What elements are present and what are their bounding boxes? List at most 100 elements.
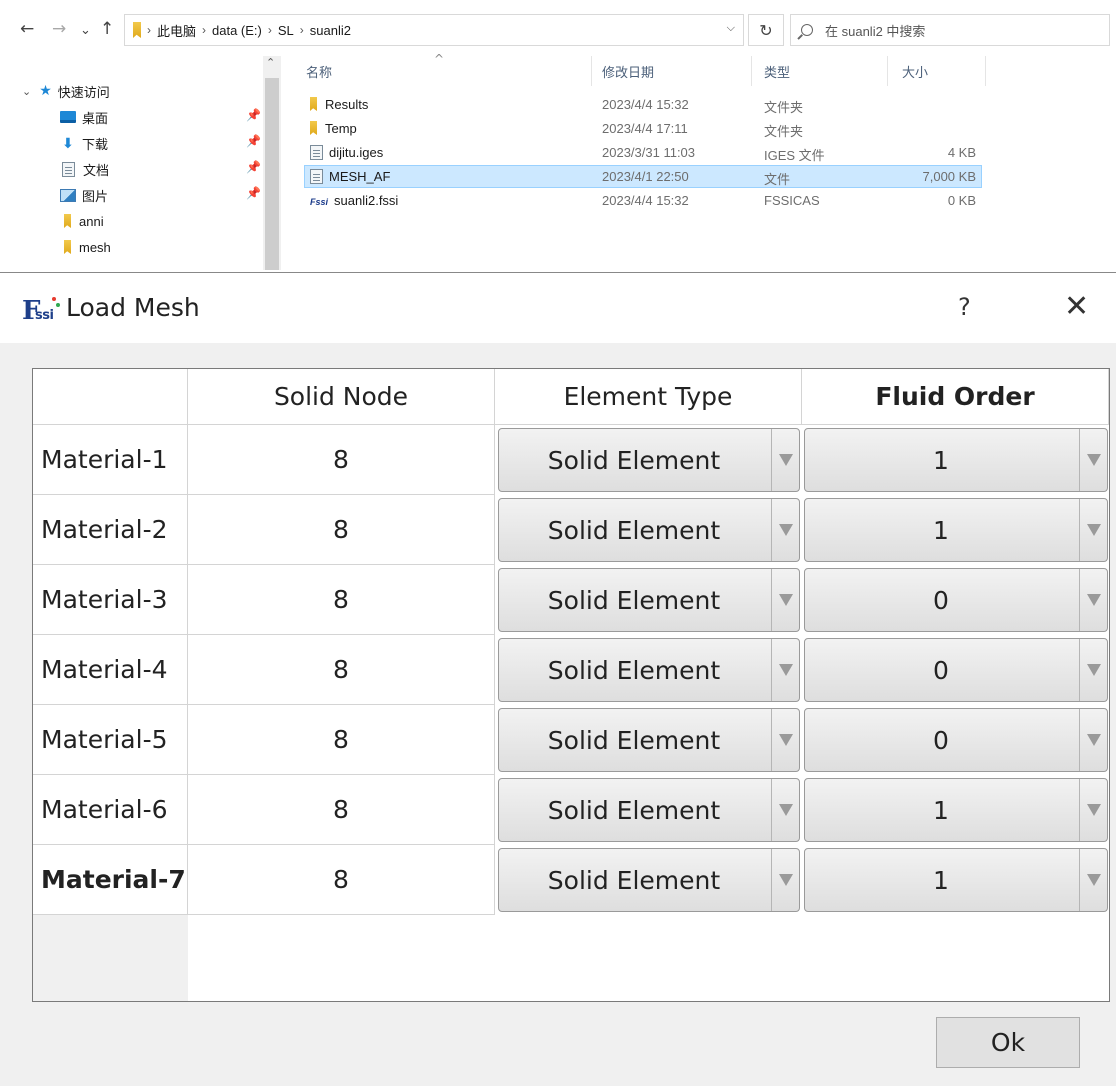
search-box[interactable]: 在 suanli2 中搜索: [790, 14, 1110, 46]
dropdown-arrow-icon[interactable]: [1079, 709, 1107, 771]
file-date: 2023/4/4 17:11: [602, 121, 688, 136]
forward-arrow-icon[interactable]: →: [52, 18, 66, 40]
dropdown-arrow-icon[interactable]: [771, 499, 799, 561]
dropdown-arrow-icon[interactable]: [1079, 569, 1107, 631]
solid-node-cell[interactable]: 8: [188, 565, 495, 635]
sidebar-item-documents[interactable]: 文档 📌: [0, 156, 262, 182]
dropdown-arrow-icon[interactable]: [1079, 639, 1107, 701]
file-type: 文件: [764, 172, 791, 187]
element-type-select[interactable]: Solid Element: [498, 778, 800, 842]
file-name: dijitu.iges: [329, 145, 384, 160]
column-header-size[interactable]: 大小: [888, 56, 986, 86]
dialog-titlebar[interactable]: F ssi Load Mesh ? ✕: [0, 273, 1116, 343]
close-button[interactable]: ✕: [1064, 289, 1089, 324]
breadcrumb-this-pc[interactable]: 此电脑: [157, 21, 196, 40]
sidebar-scrollbar[interactable]: ⌃: [263, 56, 281, 270]
file-date: 2023/4/4 15:32: [602, 193, 689, 208]
help-button[interactable]: ?: [958, 293, 971, 321]
row-header-material-6[interactable]: Material-6: [33, 775, 188, 845]
file-row-mesh-af[interactable]: MESH_AF 2023/4/1 22:50 文件 7,000 KB: [304, 165, 982, 188]
recent-locations-chevron-icon[interactable]: ⌄: [80, 20, 91, 42]
sidebar-item-desktop[interactable]: 桌面 📌: [0, 104, 262, 130]
breadcrumb-suanli2[interactable]: suanli2: [310, 23, 351, 38]
solid-node-cell[interactable]: 8: [188, 775, 495, 845]
row-header-material-4[interactable]: Material-4: [33, 635, 188, 705]
address-bar[interactable]: › 此电脑 › data (E:) › SL › suanli2 ⌵: [124, 14, 744, 46]
scrollbar-thumb[interactable]: [265, 78, 279, 270]
pin-icon[interactable]: 📌: [246, 108, 261, 122]
scroll-up-chevron-icon[interactable]: ⌃: [266, 56, 275, 69]
star-icon: ★: [39, 83, 52, 99]
dropdown-arrow-icon[interactable]: [771, 779, 799, 841]
fluid-order-select[interactable]: 1: [804, 848, 1108, 912]
dropdown-arrow-icon[interactable]: [1079, 429, 1107, 491]
fluid-order-select[interactable]: 1: [804, 498, 1108, 562]
dropdown-arrow-icon[interactable]: [1079, 779, 1107, 841]
dropdown-arrow-icon[interactable]: [771, 639, 799, 701]
expand-chevron-icon[interactable]: ⌄: [22, 85, 31, 98]
dropdown-arrow-icon[interactable]: [771, 429, 799, 491]
column-header-date[interactable]: 修改日期: [592, 56, 752, 86]
row-header-material-5[interactable]: Material-5: [33, 705, 188, 775]
sidebar-item-label: 桌面: [82, 110, 109, 126]
pin-icon[interactable]: 📌: [246, 160, 261, 174]
sidebar-quick-access[interactable]: ⌄ ★ 快速访问: [0, 78, 262, 104]
file-row-dijitu[interactable]: dijitu.iges 2023/3/31 11:03 IGES 文件 4 KB: [304, 142, 982, 165]
solid-node-cell[interactable]: 8: [188, 845, 495, 915]
dropdown-arrow-icon[interactable]: [1079, 849, 1107, 911]
column-header-solid-node[interactable]: Solid Node: [188, 369, 495, 425]
breadcrumb-separator-icon: ›: [147, 23, 151, 37]
breadcrumb-drive[interactable]: data (E:): [212, 23, 262, 38]
fluid-order-select[interactable]: 1: [804, 428, 1108, 492]
element-type-select[interactable]: Solid Element: [498, 848, 800, 912]
row-header-material-7[interactable]: Material-7: [33, 845, 188, 915]
folder-icon: [64, 240, 71, 254]
row-header-material-1[interactable]: Material-1: [33, 425, 188, 495]
ok-button[interactable]: Ok: [936, 1017, 1080, 1068]
up-arrow-icon[interactable]: ↑: [100, 18, 114, 40]
fluid-order-select[interactable]: 0: [804, 638, 1108, 702]
pin-icon[interactable]: 📌: [246, 186, 261, 200]
solid-node-cell[interactable]: 8: [188, 495, 495, 565]
element-type-select[interactable]: Solid Element: [498, 568, 800, 632]
solid-node-cell[interactable]: 8: [188, 705, 495, 775]
row-header-material-2[interactable]: Material-2: [33, 495, 188, 565]
refresh-icon[interactable]: ↻: [748, 14, 784, 46]
table-corner[interactable]: [33, 369, 188, 425]
solid-node-cell[interactable]: 8: [188, 425, 495, 495]
element-type-select[interactable]: Solid Element: [498, 708, 800, 772]
dropdown-arrow-icon[interactable]: [1079, 499, 1107, 561]
address-dropdown-chevron-icon[interactable]: ⌵: [727, 22, 735, 35]
fluid-order-value: 1: [933, 515, 949, 545]
file-row-suanli2-fssi[interactable]: Fssi suanli2.fssi 2023/4/4 15:32 FSSICAS …: [304, 190, 982, 213]
column-header-fluid-order[interactable]: Fluid Order: [802, 369, 1109, 425]
file-row-temp[interactable]: Temp 2023/4/4 17:11 文件夹: [304, 118, 982, 141]
element-type-select[interactable]: Solid Element: [498, 428, 800, 492]
file-row-results[interactable]: Results 2023/4/4 15:32 文件夹: [304, 94, 982, 117]
breadcrumb-sl[interactable]: SL: [278, 23, 294, 38]
element-type-select[interactable]: Solid Element: [498, 638, 800, 702]
sidebar-item-mesh[interactable]: mesh: [0, 234, 262, 260]
pin-icon[interactable]: 📌: [246, 134, 261, 148]
fluid-order-select[interactable]: 0: [804, 708, 1108, 772]
element-type-value: Solid Element: [547, 725, 721, 755]
sidebar-item-anni[interactable]: anni: [0, 208, 262, 234]
dropdown-arrow-icon[interactable]: [771, 569, 799, 631]
column-header-type[interactable]: 类型: [752, 56, 888, 86]
back-arrow-icon[interactable]: ←: [20, 18, 34, 40]
fluid-order-select[interactable]: 1: [804, 778, 1108, 842]
sidebar-item-pictures[interactable]: 图片 📌: [0, 182, 262, 208]
fluid-order-select[interactable]: 0: [804, 568, 1108, 632]
column-header-element-type[interactable]: Element Type: [495, 369, 802, 425]
dropdown-arrow-icon[interactable]: [771, 709, 799, 771]
search-placeholder: 在 suanli2 中搜索: [825, 23, 926, 39]
row-header-material-3[interactable]: Material-3: [33, 565, 188, 635]
column-header-name[interactable]: 名称 ^: [284, 52, 592, 86]
sidebar-item-downloads[interactable]: ⬇ 下载 📌: [0, 130, 262, 156]
dropdown-arrow-icon[interactable]: [771, 849, 799, 911]
file-name: suanli2.fssi: [334, 193, 399, 208]
column-header-label: 大小: [902, 64, 929, 80]
element-type-select[interactable]: Solid Element: [498, 498, 800, 562]
solid-node-cell[interactable]: 8: [188, 635, 495, 705]
sidebar-item-label: 快速访问: [57, 84, 110, 100]
